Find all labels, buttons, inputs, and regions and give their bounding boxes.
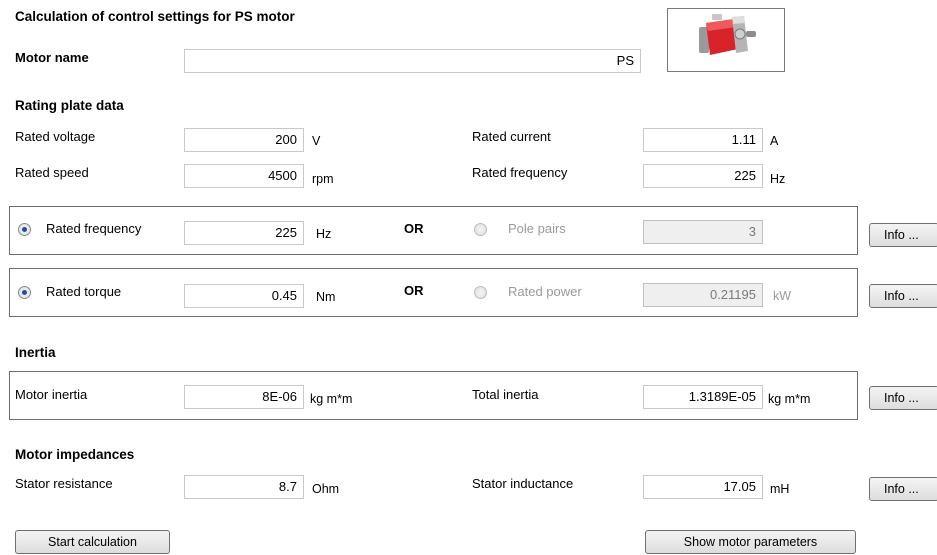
stator-resistance-label: Stator resistance — [15, 476, 113, 491]
info-button-impedances[interactable]: Info ... — [869, 477, 937, 501]
show-motor-parameters-button[interactable]: Show motor parameters — [645, 530, 856, 554]
stator-resistance-unit: Ohm — [312, 482, 340, 496]
page-title: Calculation of control settings for PS m… — [15, 9, 295, 24]
rated-voltage-input[interactable]: 200 — [184, 128, 304, 152]
start-calculation-button[interactable]: Start calculation — [15, 530, 170, 554]
info-button-frequency[interactable]: Info ... — [869, 223, 937, 247]
stator-resistance-input[interactable]: 8.7 — [184, 475, 304, 499]
rated-frequency-unit: Hz — [770, 172, 786, 186]
impedances-heading: Motor impedances — [15, 447, 135, 462]
rated-frequency-label: Rated frequency — [472, 165, 568, 180]
stator-inductance-input[interactable]: 17.05 — [643, 475, 763, 499]
pole-pairs-label: Pole pairs — [508, 221, 566, 236]
pole-pairs-input: 3 — [643, 220, 763, 244]
rated-power-input: 0.21195 — [643, 283, 763, 307]
rated-speed-label: Rated speed — [15, 165, 89, 180]
rated-torque-radio[interactable] — [18, 286, 31, 299]
rated-speed-input[interactable]: 4500 — [184, 164, 304, 188]
rated-voltage-label: Rated voltage — [15, 129, 96, 144]
stator-inductance-unit: mH — [770, 482, 790, 496]
rated-frequency-option-input[interactable]: 225 — [184, 221, 304, 245]
info-button-torque[interactable]: Info ... — [869, 284, 937, 308]
total-inertia-unit: kg m*m — [768, 392, 811, 406]
rating-plate-heading: Rating plate data — [15, 98, 124, 113]
total-inertia-label: Total inertia — [472, 387, 539, 402]
rated-torque-input[interactable]: 0.45 — [184, 284, 304, 308]
motor-image-box — [667, 8, 785, 72]
pole-pairs-radio[interactable] — [474, 223, 487, 236]
rated-frequency-option-unit: Hz — [316, 227, 332, 241]
rated-current-unit: A — [770, 134, 779, 148]
rated-frequency-option-label: Rated frequency — [46, 221, 142, 236]
rated-frequency-input[interactable]: 225 — [643, 164, 763, 188]
stator-inductance-label: Stator inductance — [472, 476, 574, 491]
rated-power-unit: kW — [773, 289, 792, 303]
info-button-inertia[interactable]: Info ... — [869, 386, 937, 410]
rated-voltage-unit: V — [312, 134, 321, 148]
rated-speed-unit: rpm — [312, 172, 334, 186]
rated-torque-label: Rated torque — [46, 284, 122, 299]
motor-inertia-input[interactable]: 8E-06 — [184, 385, 304, 409]
rated-power-radio[interactable] — [474, 286, 487, 299]
motor-inertia-unit: kg m*m — [310, 392, 353, 406]
rated-current-label: Rated current — [472, 129, 551, 144]
inertia-heading: Inertia — [15, 345, 56, 360]
motor-inertia-label: Motor inertia — [15, 387, 88, 402]
rated-frequency-radio[interactable] — [18, 223, 31, 236]
servo-motor-icon — [699, 14, 756, 55]
or-label-torque: OR — [404, 283, 424, 298]
total-inertia-input[interactable]: 1.3189E-05 — [643, 385, 763, 409]
rated-power-label: Rated power — [508, 284, 582, 299]
or-label-frequency: OR — [404, 221, 424, 236]
rated-torque-unit: Nm — [316, 290, 336, 304]
rated-current-input[interactable]: 1.11 — [643, 128, 763, 152]
motor-name-label: Motor name — [15, 50, 89, 65]
motor-name-input[interactable]: PS — [184, 49, 641, 73]
